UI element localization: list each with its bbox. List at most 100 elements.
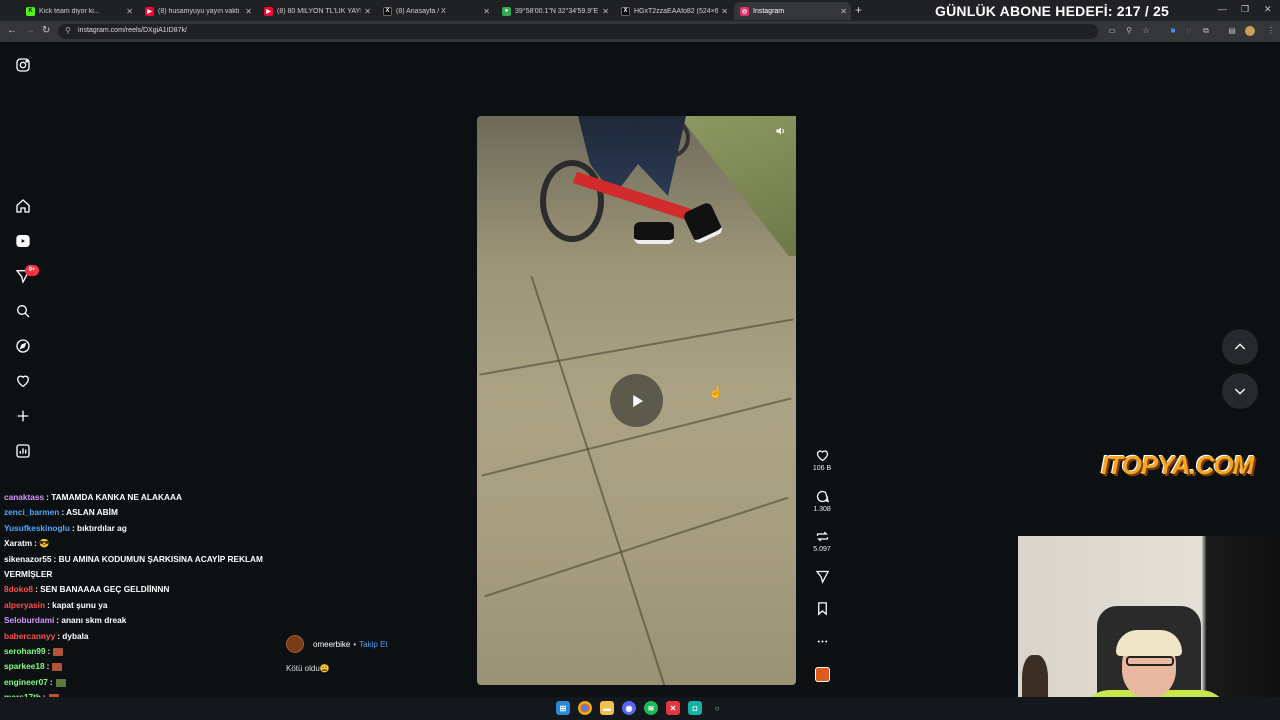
minimize-icon[interactable]: —	[1218, 4, 1227, 14]
follow-button[interactable]: Takip Et	[359, 640, 387, 649]
tab-instagram[interactable]: ◎ Instagram ✕	[734, 2, 851, 20]
tab-kick[interactable]: K Kick team diyor ki... ✕	[20, 2, 137, 20]
url-text: instagram.com/reels/DXgiA1ID87k/	[78, 27, 187, 34]
app-icon[interactable]: ○	[710, 701, 724, 715]
spotify-icon[interactable]: ≋	[644, 701, 658, 715]
create-icon[interactable]	[12, 405, 34, 427]
back-icon[interactable]: ←	[7, 25, 17, 36]
tab-x-image[interactable]: X HGxT2zzaEAAfo82 (524×680) ✕	[615, 2, 732, 20]
chat-text: : TAMAMDA KANKA NE ALAKAAA	[46, 492, 182, 502]
tab-title: HGxT2zzaEAAfo82 (524×680)	[634, 7, 719, 15]
file-explorer-icon[interactable]: ▬	[600, 701, 614, 715]
chat-message: sparkee18:	[4, 659, 63, 674]
share-button[interactable]	[808, 569, 836, 586]
chat-username[interactable]: babercannyy	[4, 631, 55, 641]
tab-youtube-2[interactable]: ▶ (8) 80 MİLYON TL'LİK YAYIN ✕	[258, 2, 375, 20]
extension-icon[interactable]: ◌	[1184, 26, 1194, 36]
tab-maps[interactable]: ● 39°58'00.1"N 32°34'59.9"E - Go ✕	[496, 2, 613, 20]
close-icon[interactable]: ✕	[602, 7, 609, 16]
tab-title: Instagram	[753, 7, 785, 15]
home-icon[interactable]	[12, 195, 34, 217]
dashboard-icon[interactable]	[12, 440, 34, 462]
chat-username[interactable]: serohan99	[4, 646, 46, 656]
chat-username[interactable]: 8doko8	[4, 584, 33, 594]
like-button[interactable]: 106 B	[808, 448, 836, 472]
chat-username[interactable]: Yusufkeskinoglu	[4, 523, 70, 533]
notification-badge: 9+	[25, 265, 39, 276]
volume-icon[interactable]	[773, 123, 789, 139]
chat-text: :	[47, 646, 51, 656]
instagram-icon[interactable]	[12, 54, 34, 76]
window-close-icon[interactable]: ✕	[1264, 4, 1272, 15]
discord-icon[interactable]: ◉	[622, 701, 636, 715]
chat-username[interactable]: sparkee18	[4, 661, 45, 671]
close-icon[interactable]: ✕	[721, 7, 728, 16]
play-icon	[632, 394, 643, 407]
chevron-down-icon	[1234, 388, 1246, 395]
save-button[interactable]	[808, 601, 836, 618]
extensions-icon[interactable]: ⧉	[1201, 26, 1211, 36]
app-icon[interactable]: ◘	[688, 701, 702, 715]
repost-button[interactable]: 5.097	[808, 529, 836, 553]
zoom-icon[interactable]: ⚲	[1124, 26, 1134, 36]
video-bike-wheel	[540, 160, 604, 242]
chat-username[interactable]: zenci_barmen	[4, 507, 59, 517]
forward-icon[interactable]: →	[25, 25, 35, 36]
stream-chat-overlay: canaktass: TAMAMDA KANKA NE ALAKAAA zenci…	[0, 480, 318, 702]
maximize-icon[interactable]: ❐	[1241, 4, 1249, 15]
heart-icon[interactable]	[12, 370, 34, 392]
reload-icon[interactable]: ↻	[42, 25, 50, 36]
sidepanel-icon[interactable]: ▤	[1227, 26, 1237, 36]
tab-youtube-1[interactable]: ▶ (8) husamyuyu yayın vakti 16 - ✕	[139, 2, 256, 20]
windows-start-icon[interactable]: ⊞	[556, 701, 570, 715]
instagram-sidebar	[0, 42, 46, 482]
chrome-icon[interactable]	[578, 701, 592, 715]
kick-icon: K	[26, 6, 35, 16]
chat-text: : ananı skm dreak	[56, 615, 127, 626]
previous-reel-button[interactable]	[1222, 329, 1258, 365]
mouse-cursor-icon: ☝	[709, 387, 723, 399]
repost-icon	[816, 531, 828, 542]
profile-avatar[interactable]	[1245, 26, 1255, 36]
explore-icon[interactable]	[12, 335, 34, 357]
search-icon[interactable]	[12, 300, 34, 322]
close-icon[interactable]: ✕	[245, 7, 252, 16]
tab-title: (8) husamyuyu yayın vakti 16 -	[158, 7, 242, 15]
new-tab-icon[interactable]: +	[855, 3, 862, 17]
play-button[interactable]	[610, 374, 663, 427]
close-icon[interactable]: ✕	[364, 7, 371, 16]
close-icon[interactable]: ✕	[126, 7, 133, 16]
audio-thumbnail[interactable]	[815, 667, 830, 682]
chat-username[interactable]: Seloburdami	[4, 615, 54, 625]
x-icon: X	[621, 6, 630, 16]
close-icon[interactable]: ✕	[840, 7, 847, 16]
chat-username[interactable]: alperyasin	[4, 600, 45, 610]
tab-title: (8) 80 MİLYON TL'LİK YAYIN	[277, 7, 362, 15]
tab-x-home[interactable]: X (8) Anasayfa / X ✕	[377, 2, 494, 20]
site-info-icon[interactable]: ⚲	[65, 26, 71, 35]
close-icon[interactable]: ✕	[483, 7, 490, 16]
chat-text: :	[46, 661, 50, 672]
comment-button[interactable]: 1.308	[808, 489, 836, 513]
cast-icon[interactable]: ▭	[1107, 26, 1117, 36]
url-field[interactable]: ⚲ instagram.com/reels/DXgiA1ID87k/	[58, 24, 1098, 39]
chat-username[interactable]: sikenazor55	[4, 554, 52, 564]
chat-message: VERMİŞLER	[4, 567, 52, 582]
chat-emote	[52, 663, 63, 672]
app-icon[interactable]: ✕	[666, 701, 680, 715]
chat-username[interactable]: engineer07	[4, 677, 48, 687]
next-reel-button[interactable]	[1222, 373, 1258, 409]
chat-message: babercannyy: dybala	[4, 629, 89, 644]
chat-username[interactable]: canaktass	[4, 492, 44, 502]
chat-username[interactable]: Xaratm	[4, 538, 32, 548]
chat-text: : bıktırdılar ag	[71, 522, 127, 533]
chat-text: : ASLAN ABİM	[61, 507, 118, 518]
extension-icon[interactable]: ■	[1168, 26, 1178, 36]
reels-icon[interactable]	[12, 230, 34, 252]
bookmark-star-icon[interactable]: ☆	[1141, 26, 1151, 36]
author-username[interactable]: omeerbike	[313, 640, 350, 649]
more-options-button[interactable]	[808, 634, 836, 651]
menu-icon[interactable]: ⋮	[1266, 26, 1276, 36]
chat-message: canaktass: TAMAMDA KANKA NE ALAKAAA	[4, 490, 182, 505]
chat-message: sikenazor55: BU AMINA KODUMUN ŞARKISINA …	[4, 552, 263, 567]
